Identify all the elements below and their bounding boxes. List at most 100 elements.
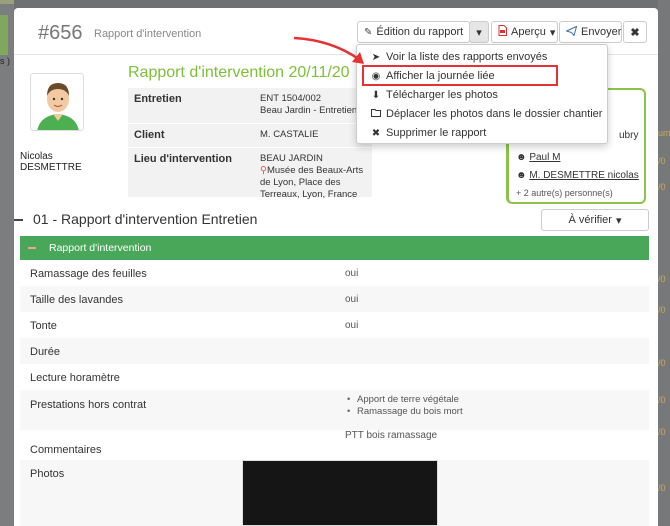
person-link[interactable]: ☻ M. DESMETTRE nicolas — [516, 170, 639, 181]
file-pdf-icon — [498, 25, 507, 39]
list-item: Apport de terre végétale — [345, 394, 463, 406]
user-icon: ☻ — [516, 170, 527, 181]
subsection-title: Rapport d'intervention — [49, 242, 152, 254]
report-modal: #656 Rapport d'intervention ✎ Édition du… — [14, 8, 658, 526]
background-left-panel — [0, 0, 14, 526]
background-tick: /0 — [658, 427, 666, 437]
user-icon: ☻ — [516, 152, 527, 163]
paper-plane-icon — [565, 25, 578, 39]
info-label: Client — [134, 129, 165, 141]
map-marker-icon: ⚲ — [260, 165, 267, 176]
field-label: Prestations hors contrat — [30, 399, 147, 411]
menu-item-label: Voir la liste des rapports envoyés — [386, 51, 548, 63]
info-value-line: ENT 1504/002 — [260, 93, 322, 104]
chevron-down-icon: ▾ — [476, 26, 482, 39]
info-table: Entretien ENT 1504/002 Beau Jardin - Ent… — [128, 88, 372, 201]
preview-button[interactable]: Aperçu ▾ — [491, 21, 558, 43]
background-tick: /0 — [658, 182, 666, 192]
close-icon: ✖ — [630, 26, 640, 39]
field-value: oui — [345, 320, 359, 331]
collapse-icon[interactable] — [14, 219, 23, 221]
menu-item-delete-report[interactable]: ✖ Supprimer le rapport — [357, 124, 607, 142]
person-first-name: Nicolas — [20, 151, 53, 162]
highlight-annotation — [362, 65, 558, 86]
person-partial: ubry — [619, 130, 639, 141]
menu-item-label: Télécharger les photos — [386, 89, 498, 101]
person-link-label: Paul M — [529, 152, 561, 163]
field-value: oui — [345, 294, 359, 305]
report-number: #656 — [38, 22, 83, 44]
info-row-client: Client M. CASTALIE — [128, 124, 372, 148]
background-tick: um — [658, 128, 670, 138]
menu-item-label: Déplacer les photos dans le dossier chan… — [386, 108, 603, 120]
background-right-panel: um /0 /0 /0 /0 /0 /0 /0 /0 — [658, 0, 670, 526]
background-top-accent — [0, 0, 14, 4]
person-link-label: M. DESMETTRE nicolas — [529, 170, 639, 181]
background-tick: /0 — [658, 358, 666, 368]
table-row: Tonte oui — [20, 312, 649, 338]
chevron-down-icon: ▾ — [615, 214, 622, 227]
send-button[interactable]: Envoyer — [559, 21, 622, 43]
field-label: Tonte — [30, 320, 57, 332]
info-row-lieu: Lieu d'intervention BEAU JARDIN ⚲Musée d… — [128, 148, 372, 201]
menu-item-download-photos[interactable]: ⬇ Télécharger les photos — [357, 86, 607, 104]
status-label: À vérifier — [568, 214, 612, 226]
avatar — [30, 73, 84, 131]
edit-report-button[interactable]: ✎ Édition du rapport — [357, 21, 470, 43]
download-icon: ⬇ — [371, 89, 381, 101]
list-item: Ramassage du bois mort — [345, 406, 463, 418]
photo-thumbnail[interactable] — [242, 460, 438, 526]
table-row: Lecture horamètre — [20, 364, 649, 390]
field-label: Durée — [30, 346, 60, 358]
address-line: Musée des Beaux-Arts de Lyon, Place des — [260, 165, 364, 188]
annotation-arrow-icon — [293, 36, 364, 64]
section-title: 01 - Rapport d'intervention Entretien — [33, 211, 258, 227]
background-tick: /0 — [658, 156, 666, 166]
field-label: Photos — [30, 468, 65, 480]
edit-report-label: Édition du rapport — [376, 26, 464, 38]
info-label: Entretien — [134, 93, 182, 105]
paper-plane-icon: ➤ — [371, 51, 381, 63]
background-tick: /0 — [658, 483, 666, 493]
collapse-icon[interactable] — [28, 247, 36, 249]
background-tick: /0 — [658, 274, 666, 284]
info-value-line: ⚲Musée des Beaux-Arts de Lyon, Place des — [260, 165, 372, 189]
field-label: Taille des lavandes — [30, 294, 123, 306]
info-value-line: BEAU JARDIN — [260, 153, 323, 164]
info-row-entretien: Entretien ENT 1504/002 Beau Jardin - Ent… — [128, 88, 372, 124]
table-row: Commentaires PTT bois ramassage — [20, 430, 649, 460]
background-tick: /0 — [658, 395, 666, 405]
info-value: BEAU JARDIN ⚲Musée des Beaux-Arts de Lyo… — [260, 153, 372, 201]
menu-item-move-photos[interactable]: Déplacer les photos dans le dossier chan… — [357, 105, 607, 123]
send-label: Envoyer — [581, 26, 622, 38]
chevron-down-icon: ▾ — [549, 26, 556, 39]
preview-label: Aperçu — [511, 26, 546, 38]
info-value-line: Terreaux, Lyon, France — [260, 189, 358, 200]
more-people[interactable]: + 2 autre(s) personne(s) — [516, 188, 613, 198]
section-header: 01 - Rapport d'intervention Entretien À … — [14, 207, 658, 235]
info-value: ENT 1504/002 Beau Jardin - Entretien — [260, 93, 357, 117]
subsection-bar: Rapport d'intervention — [20, 236, 649, 260]
background-green-strip — [0, 15, 8, 55]
field-value: oui — [345, 268, 359, 279]
report-subtitle: Rapport d'intervention — [94, 28, 202, 40]
background-left-fragment: s ) — [0, 56, 10, 66]
status-dropdown-button[interactable]: À vérifier ▾ — [541, 209, 649, 231]
edit-dropdown-toggle[interactable]: ▾ — [469, 21, 489, 43]
table-row: Durée — [20, 338, 649, 364]
info-value-line: Beau Jardin - Entretien — [260, 105, 358, 116]
info-value: M. CASTALIE — [260, 129, 319, 140]
table-row: Taille des lavandes oui — [20, 286, 649, 312]
person-name: Nicolas DESMETTRE — [20, 151, 82, 173]
menu-item-view-sent-reports[interactable]: ➤ Voir la liste des rapports envoyés — [357, 48, 607, 66]
info-label: Lieu d'intervention — [134, 153, 232, 165]
background-tick: /0 — [658, 305, 666, 315]
close-button[interactable]: ✖ — [623, 21, 647, 43]
person-link[interactable]: ☻ Paul M — [516, 152, 560, 163]
table-row: Ramassage des feuilles oui — [20, 260, 649, 286]
times-icon: ✖ — [371, 127, 381, 139]
field-value: PTT bois ramassage — [345, 430, 438, 441]
field-label: Lecture horamètre — [30, 372, 120, 384]
field-label: Ramassage des feuilles — [30, 268, 147, 280]
folder-open-icon — [371, 108, 381, 120]
